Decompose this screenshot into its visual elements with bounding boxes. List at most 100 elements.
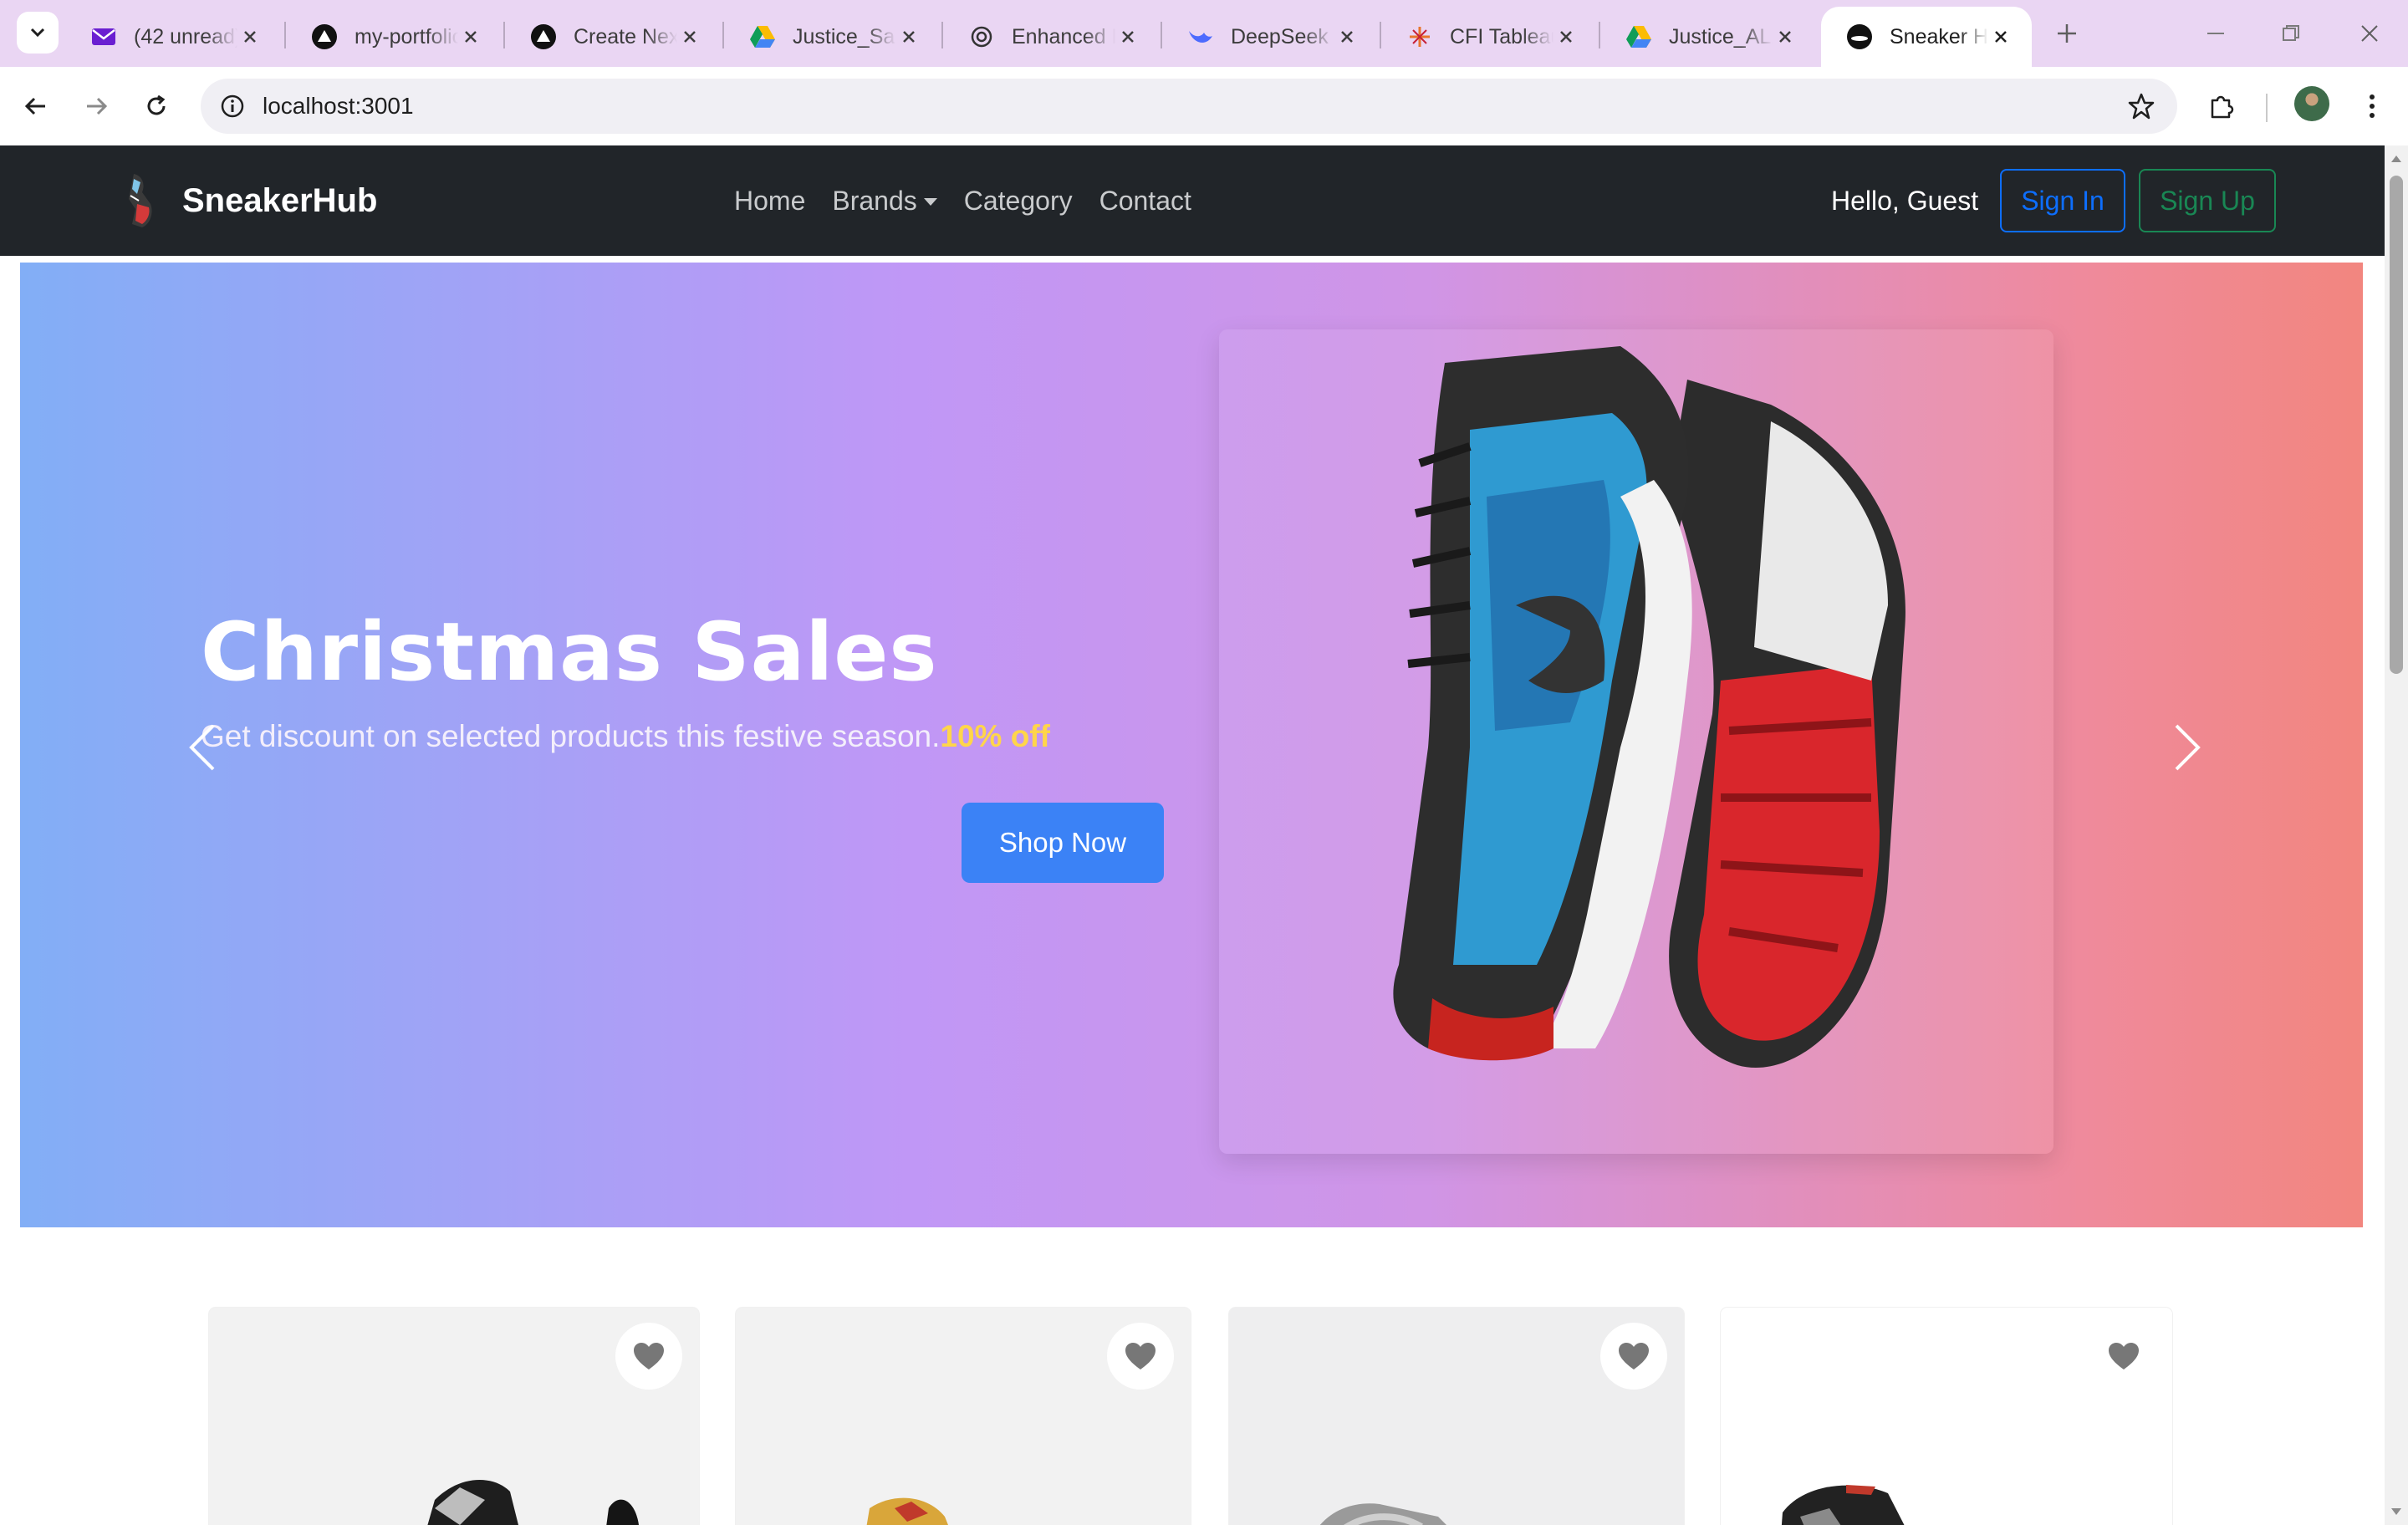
- scroll-up-arrow-icon[interactable]: [2390, 152, 2403, 166]
- shop-now-button[interactable]: Shop Now: [962, 803, 1164, 883]
- close-icon[interactable]: [1553, 24, 1579, 49]
- close-icon[interactable]: [896, 24, 921, 49]
- reload-icon: [147, 94, 166, 115]
- brand-name: SneakerHub: [182, 181, 378, 219]
- tab-title: Create Next: [574, 24, 677, 48]
- new-tab-button[interactable]: [2050, 17, 2084, 50]
- product-card[interactable]: [1229, 1308, 1684, 1525]
- carousel-prev-button[interactable]: [177, 714, 227, 781]
- product-image: [1781, 1485, 1905, 1525]
- discount-badge: 10% off: [940, 719, 1050, 753]
- browser-toolbar: localhost:3001: [0, 67, 2408, 146]
- hero-subtitle: Get discount on selected products this f…: [201, 719, 1050, 754]
- close-icon[interactable]: [1334, 24, 1360, 49]
- hero-title: Christmas Sales: [201, 605, 938, 699]
- scrollbar-thumb[interactable]: [2390, 176, 2403, 674]
- close-icon[interactable]: [1773, 24, 1798, 49]
- browser-tab[interactable]: CFI Tableau: [1381, 7, 1597, 67]
- puzzle-icon: [2211, 95, 2234, 119]
- close-icon[interactable]: [237, 24, 263, 49]
- close-icon[interactable]: [677, 24, 702, 49]
- url-text[interactable]: localhost:3001: [263, 79, 414, 134]
- close-icon[interactable]: [458, 24, 483, 49]
- browser-tab[interactable]: DeepSeek -: [1162, 7, 1378, 67]
- sign-up-button[interactable]: Sign Up: [2139, 169, 2276, 232]
- tableau-icon: [1406, 23, 1433, 50]
- browser-tab-active[interactable]: Sneaker Hu: [1821, 7, 2032, 67]
- reload-button[interactable]: [135, 85, 177, 127]
- sneakerhub-icon: [1846, 23, 1873, 50]
- browser-tab[interactable]: Justice_Sam: [724, 7, 940, 67]
- tab-title: Justice_ALX: [1669, 24, 1773, 48]
- restore-button[interactable]: [2266, 8, 2316, 59]
- browser-tab-strip: (42 unread) my-portfolio Create Next Jus…: [0, 0, 2408, 67]
- page-viewport: SneakerHub Home Brands Category Contact …: [0, 145, 2385, 1525]
- tab-title: Sneaker Hu: [1890, 24, 1988, 48]
- plus-icon: [2058, 24, 2076, 43]
- nav-brands-label: Brands: [832, 185, 917, 216]
- nav-home-link[interactable]: Home: [734, 186, 805, 217]
- close-window-button[interactable]: [2344, 8, 2395, 59]
- nav-category-link[interactable]: Category: [964, 186, 1073, 217]
- tab-title: CFI Tableau: [1450, 24, 1553, 48]
- deepseek-icon: [1187, 23, 1214, 50]
- sign-in-button[interactable]: Sign In: [2000, 169, 2125, 232]
- bookmark-star-icon[interactable]: [2127, 92, 2155, 120]
- hero-carousel: Christmas Sales Get discount on selected…: [20, 263, 2363, 1227]
- tab-title: Enhanced P: [1012, 24, 1115, 48]
- close-icon: [2361, 25, 2378, 42]
- extensions-button[interactable]: [2201, 85, 2242, 127]
- info-icon: [221, 94, 244, 118]
- browser-tab[interactable]: Enhanced P: [943, 7, 1159, 67]
- hero-product-image: [1219, 329, 2053, 1154]
- brand-link[interactable]: SneakerHub: [117, 171, 377, 231]
- back-button[interactable]: [15, 85, 57, 127]
- browser-tab[interactable]: my-portfolio: [286, 7, 502, 67]
- product-card[interactable]: [1721, 1308, 2172, 1525]
- tab-title: DeepSeek -: [1231, 24, 1334, 48]
- forward-button[interactable]: [75, 85, 117, 127]
- chrome-menu-button[interactable]: [2351, 85, 2393, 127]
- chevron-left-icon: [189, 724, 215, 771]
- tab-title: my-portfolio: [355, 24, 458, 48]
- address-bar[interactable]: localhost:3001: [201, 79, 2177, 134]
- tab-title: Justice_Sam: [793, 24, 896, 48]
- browser-tab[interactable]: Create Next: [505, 7, 721, 67]
- mail-icon: [90, 23, 117, 50]
- triangle-icon: [530, 23, 557, 50]
- chevron-down-icon: [30, 28, 45, 38]
- browser-tab[interactable]: (42 unread): [65, 7, 281, 67]
- close-icon[interactable]: [1115, 24, 1140, 49]
- triangle-icon: [311, 23, 338, 50]
- arrow-left-icon: [24, 97, 45, 115]
- tab-title: (42 unread): [134, 24, 237, 48]
- drive-icon: [1625, 23, 1652, 50]
- toolbar-divider: [2266, 94, 2268, 122]
- site-info-button[interactable]: [212, 86, 253, 126]
- carousel-next-button[interactable]: [2162, 714, 2212, 781]
- site-navbar: SneakerHub Home Brands Category Contact …: [0, 145, 2385, 256]
- sneaker-image: [1393, 346, 1905, 1069]
- drive-icon: [749, 23, 776, 50]
- tab-search-button[interactable]: [17, 12, 59, 54]
- product-card[interactable]: [736, 1308, 1191, 1525]
- nav-links: Home Brands Category Contact: [734, 145, 1218, 256]
- minimize-button[interactable]: [2191, 8, 2241, 59]
- browser-tab[interactable]: Justice_ALX: [1600, 7, 1816, 67]
- sneaker-logo-icon: [129, 174, 152, 227]
- close-icon[interactable]: [1988, 24, 2013, 49]
- user-greeting: Hello, Guest: [1831, 186, 1979, 216]
- openai-icon: [968, 23, 995, 50]
- page-scrollbar[interactable]: [2385, 145, 2408, 1525]
- profile-avatar[interactable]: [2294, 86, 2329, 121]
- nav-contact-link[interactable]: Contact: [1099, 186, 1191, 217]
- minimize-icon: [2207, 33, 2224, 34]
- nav-brands-dropdown[interactable]: Brands: [832, 185, 937, 217]
- product-card[interactable]: [209, 1308, 699, 1525]
- arrow-right-icon: [87, 97, 108, 115]
- product-image: [427, 1480, 639, 1525]
- scroll-down-arrow-icon[interactable]: [2390, 1505, 2403, 1518]
- product-image: [1319, 1503, 1446, 1525]
- kebab-menu-icon: [2370, 94, 2375, 118]
- chevron-right-icon: [2175, 724, 2201, 771]
